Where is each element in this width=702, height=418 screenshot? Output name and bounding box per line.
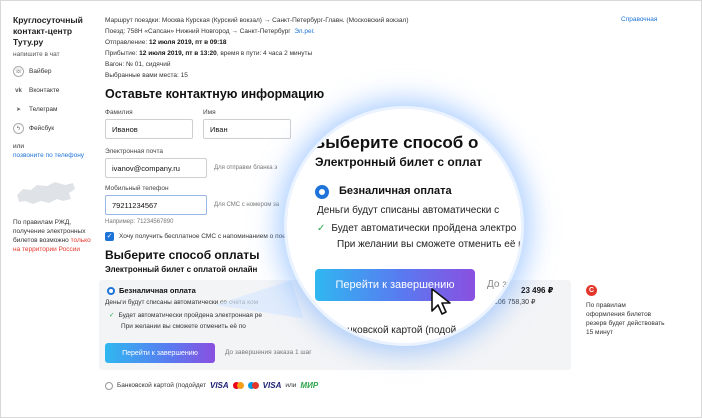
route-line: Маршрут поездки: Москва Курская (Курский…: [105, 17, 409, 24]
name-input[interactable]: Иван: [203, 119, 291, 139]
checkbox-checked-icon[interactable]: ✓: [105, 232, 114, 241]
sms-reminder-row[interactable]: ✓ Хочу получить бесплатное СМС с напомин…: [105, 232, 289, 241]
facebook-label: Фейсбук: [29, 125, 55, 132]
phone-input[interactable]: 79211234567: [105, 195, 207, 215]
russia-map-icon: [17, 182, 75, 204]
help-desk-link[interactable]: Справочная: [621, 16, 657, 23]
magnified-cashless-title: Безналичная оплата: [339, 185, 452, 197]
card-option-label: Банковской картой (подойдет: [117, 382, 206, 389]
contact-heading: Оставьте контактную информацию: [105, 87, 325, 101]
mir-logo: МИР: [300, 381, 319, 390]
travel-time: , время в пути: 4 часа 2 минуты: [216, 50, 313, 57]
magnified-heading: Выберите способ о: [313, 133, 479, 152]
arrival-label: Прибытие:: [105, 50, 138, 57]
viber-label: Вайбер: [29, 68, 52, 75]
card-radio[interactable]: [105, 381, 113, 390]
e-registration-link[interactable]: Эл.рег.: [294, 28, 315, 35]
vk-link[interactable]: vk Вконтакте: [13, 85, 93, 96]
name-label: Имя: [203, 109, 216, 116]
train-line: Поезд: 758Н «Сапсан» Нижний Новгород → С…: [105, 26, 545, 37]
vk-icon: vk: [15, 87, 22, 94]
proceed-to-finish-button[interactable]: Перейти к завершению: [105, 343, 215, 363]
facebook-link[interactable]: ϟ Фейсбук: [13, 123, 93, 134]
phone-label: Мобильный телефон: [105, 185, 169, 192]
card-or-label: или: [285, 382, 297, 389]
sms-reminder-label: Хочу получить бесплатное СМС с напоминан…: [119, 233, 289, 240]
magnified-cashless-text: Деньги будут списаны автоматически с: [317, 205, 500, 216]
magnified-check-text: Будет автоматически пройдена электро: [331, 223, 517, 234]
cashless-radio[interactable]: [107, 287, 115, 295]
call-phone-link[interactable]: позвоните по телефону: [13, 152, 93, 159]
magnified-steps-label: До за: [487, 279, 513, 290]
mastercard-logo: [232, 382, 244, 389]
car-line: Вагон: № 01, сидячий: [105, 61, 171, 68]
arrival-line: Прибытие: 12 июля 2019, пт в 13:20, врем…: [105, 48, 545, 59]
vk-label: Вконтакте: [29, 87, 60, 94]
chat-hint: напишите в чат: [13, 51, 60, 58]
viber-icon: ☏: [13, 66, 24, 77]
price-secondary: 106 758,30 ₽: [494, 299, 536, 306]
magnifier-lens: Выберите способ о Электронный билет с оп…: [287, 109, 521, 343]
contact-center-title: Круглосуточный контакт-центр Туту.ру: [13, 15, 83, 47]
magnified-check-icon: ✓: [317, 223, 326, 234]
messenger-icon: ϟ: [13, 123, 24, 134]
magnified-card-option: Банковской картой (подой: [335, 325, 457, 336]
phone-hint: Для СМС с номером за: [214, 202, 280, 208]
train-text: Поезд: 758Н «Сапсан» Нижний Новгород → С…: [105, 28, 291, 35]
rzd-note: По правилам РЖД, получение электронных б…: [13, 218, 93, 254]
visa-electron-logo: VISA: [262, 381, 282, 390]
magnified-check-row: ✓ Будет автоматически пройдена электро: [317, 223, 516, 234]
or-label: или: [13, 143, 25, 150]
magnified-cancel-text: При желании вы сможете отменить её п: [337, 239, 521, 250]
email-input[interactable]: ivanov@company.ru: [105, 158, 207, 178]
surname-input[interactable]: Иванов: [105, 119, 193, 139]
email-label: Электронная почта: [105, 148, 164, 155]
page-frame: Круглосуточный контакт-центр Туту.ру нап…: [0, 0, 702, 418]
telegram-label: Телеграм: [29, 106, 58, 113]
payment-subheading: Электронный билет с оплатой онлайн: [105, 265, 258, 274]
check-icon: ✓: [109, 312, 115, 319]
departure-label: Отправление:: [105, 39, 148, 46]
mouse-cursor-icon: [431, 288, 451, 315]
cashless-title: Безналичная оплата: [119, 286, 196, 295]
email-hint: Для отправки бланка э: [214, 165, 278, 171]
magnified-subheading: Электронный билет с оплат: [315, 155, 483, 169]
seats-line: Выбранные вами места: 15: [105, 72, 188, 79]
card-payment-option[interactable]: Банковской картой (подойдет VISA VISA ил…: [105, 381, 318, 390]
viber-link[interactable]: ☏ Вайбер: [13, 66, 93, 77]
tutu-badge-icon: С: [586, 285, 597, 296]
magnified-cashless-radio[interactable]: [315, 185, 329, 199]
departure-value: 12 июля 2019, пт в 09:18: [148, 39, 227, 46]
sidebar: Круглосуточный контакт-центр Туту.ру нап…: [13, 15, 93, 254]
payment-heading: Выберите способ оплаты: [105, 248, 260, 262]
telegram-icon: ➤: [15, 107, 22, 113]
surname-label: Фамилия: [105, 109, 133, 116]
visa-logo: VISA: [210, 381, 229, 390]
phone-example: Например: 71234567890: [105, 219, 174, 225]
arrival-value: 12 июля 2019, пт в 13:20: [139, 50, 217, 57]
telegram-link[interactable]: ➤ Телеграм: [13, 104, 93, 115]
departure-line: Отправление: 12 июля 2019, пт в 09:18: [105, 37, 545, 48]
route-info: Маршрут поездки: Москва Курская (Курский…: [105, 15, 545, 81]
reservation-note: По правилам оформления билетов резерв бу…: [586, 302, 665, 336]
price-total: 23 496 ₽: [521, 286, 554, 295]
steps-left-label: До завершения заказа 1 шаг: [225, 349, 312, 356]
maestro-logo: [247, 382, 259, 389]
